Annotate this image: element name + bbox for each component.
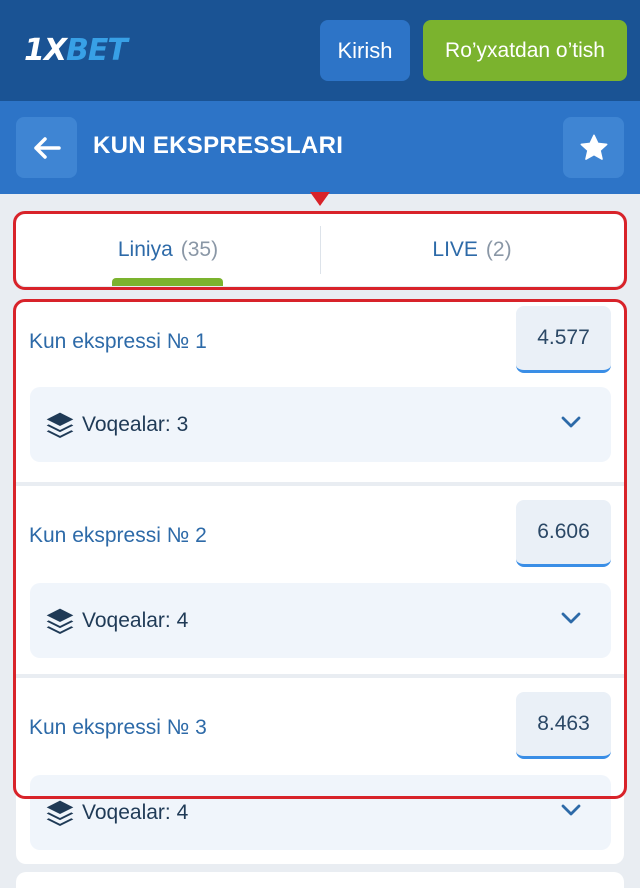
tab-live-count: (2): [485, 238, 512, 261]
active-tab-indicator: [112, 278, 223, 286]
favorite-button[interactable]: [563, 117, 624, 178]
layers-icon: [46, 412, 74, 438]
star-icon: [580, 134, 607, 160]
chevron-down-icon: [561, 804, 581, 816]
back-button[interactable]: [16, 117, 77, 178]
coefficient-button[interactable]: 6.606: [516, 500, 611, 567]
express-title[interactable]: Kun ekspressi № 2: [29, 524, 207, 548]
express-card-3: Kun ekspressi № 3 8.463 Voqealar: 4: [16, 678, 624, 864]
express-title[interactable]: Kun ekspressi № 1: [29, 330, 207, 354]
tab-live-label: LIVE: [432, 238, 478, 261]
tab-liniya[interactable]: Liniya (35): [16, 214, 320, 286]
express-card-2: Kun ekspressi № 2 6.606 Voqealar: 4: [16, 486, 624, 674]
events-toggle[interactable]: Voqealar: 4: [30, 583, 611, 658]
logo-accent-text: BET: [66, 33, 128, 68]
logo-main-text: 1X: [24, 33, 67, 68]
coefficient-button[interactable]: 4.577: [516, 306, 611, 373]
express-card-1: Kun ekspressi № 1 4.577 Voqealar: 3: [16, 300, 624, 482]
tab-live[interactable]: LIVE (2): [320, 214, 624, 286]
tab-liniya-label: Liniya: [117, 238, 173, 261]
events-toggle[interactable]: Voqealar: 4: [30, 775, 611, 850]
events-toggle[interactable]: Voqealar: 3: [30, 387, 611, 462]
chevron-down-icon: [561, 612, 581, 624]
tab-bar: Liniya (35) LIVE (2): [16, 214, 624, 286]
page-title: KUN EKSPRESSLARI: [93, 132, 344, 159]
top-bar: 1XBET Kirish Ro’yxatdan o’tish: [0, 0, 640, 101]
express-title[interactable]: Kun ekspressi № 3: [29, 716, 207, 740]
arrow-left-icon: [33, 136, 61, 159]
register-button[interactable]: Ro’yxatdan o’tish: [423, 20, 627, 81]
events-count: Voqealar: 4: [82, 801, 189, 824]
coefficient-button[interactable]: 8.463: [516, 692, 611, 759]
layers-icon: [46, 800, 74, 826]
events-count: Voqealar: 4: [82, 609, 189, 632]
layers-icon: [46, 608, 74, 634]
events-count: Voqealar: 3: [82, 413, 189, 436]
annotation-pointer: [310, 192, 330, 206]
login-button[interactable]: Kirish: [320, 20, 410, 81]
tab-liniya-count: (35): [180, 238, 219, 261]
page-header: KUN EKSPRESSLARI: [0, 101, 640, 194]
brand-logo[interactable]: 1XBET: [24, 33, 128, 68]
express-card-4-partial: [16, 872, 624, 888]
chevron-down-icon: [561, 416, 581, 428]
